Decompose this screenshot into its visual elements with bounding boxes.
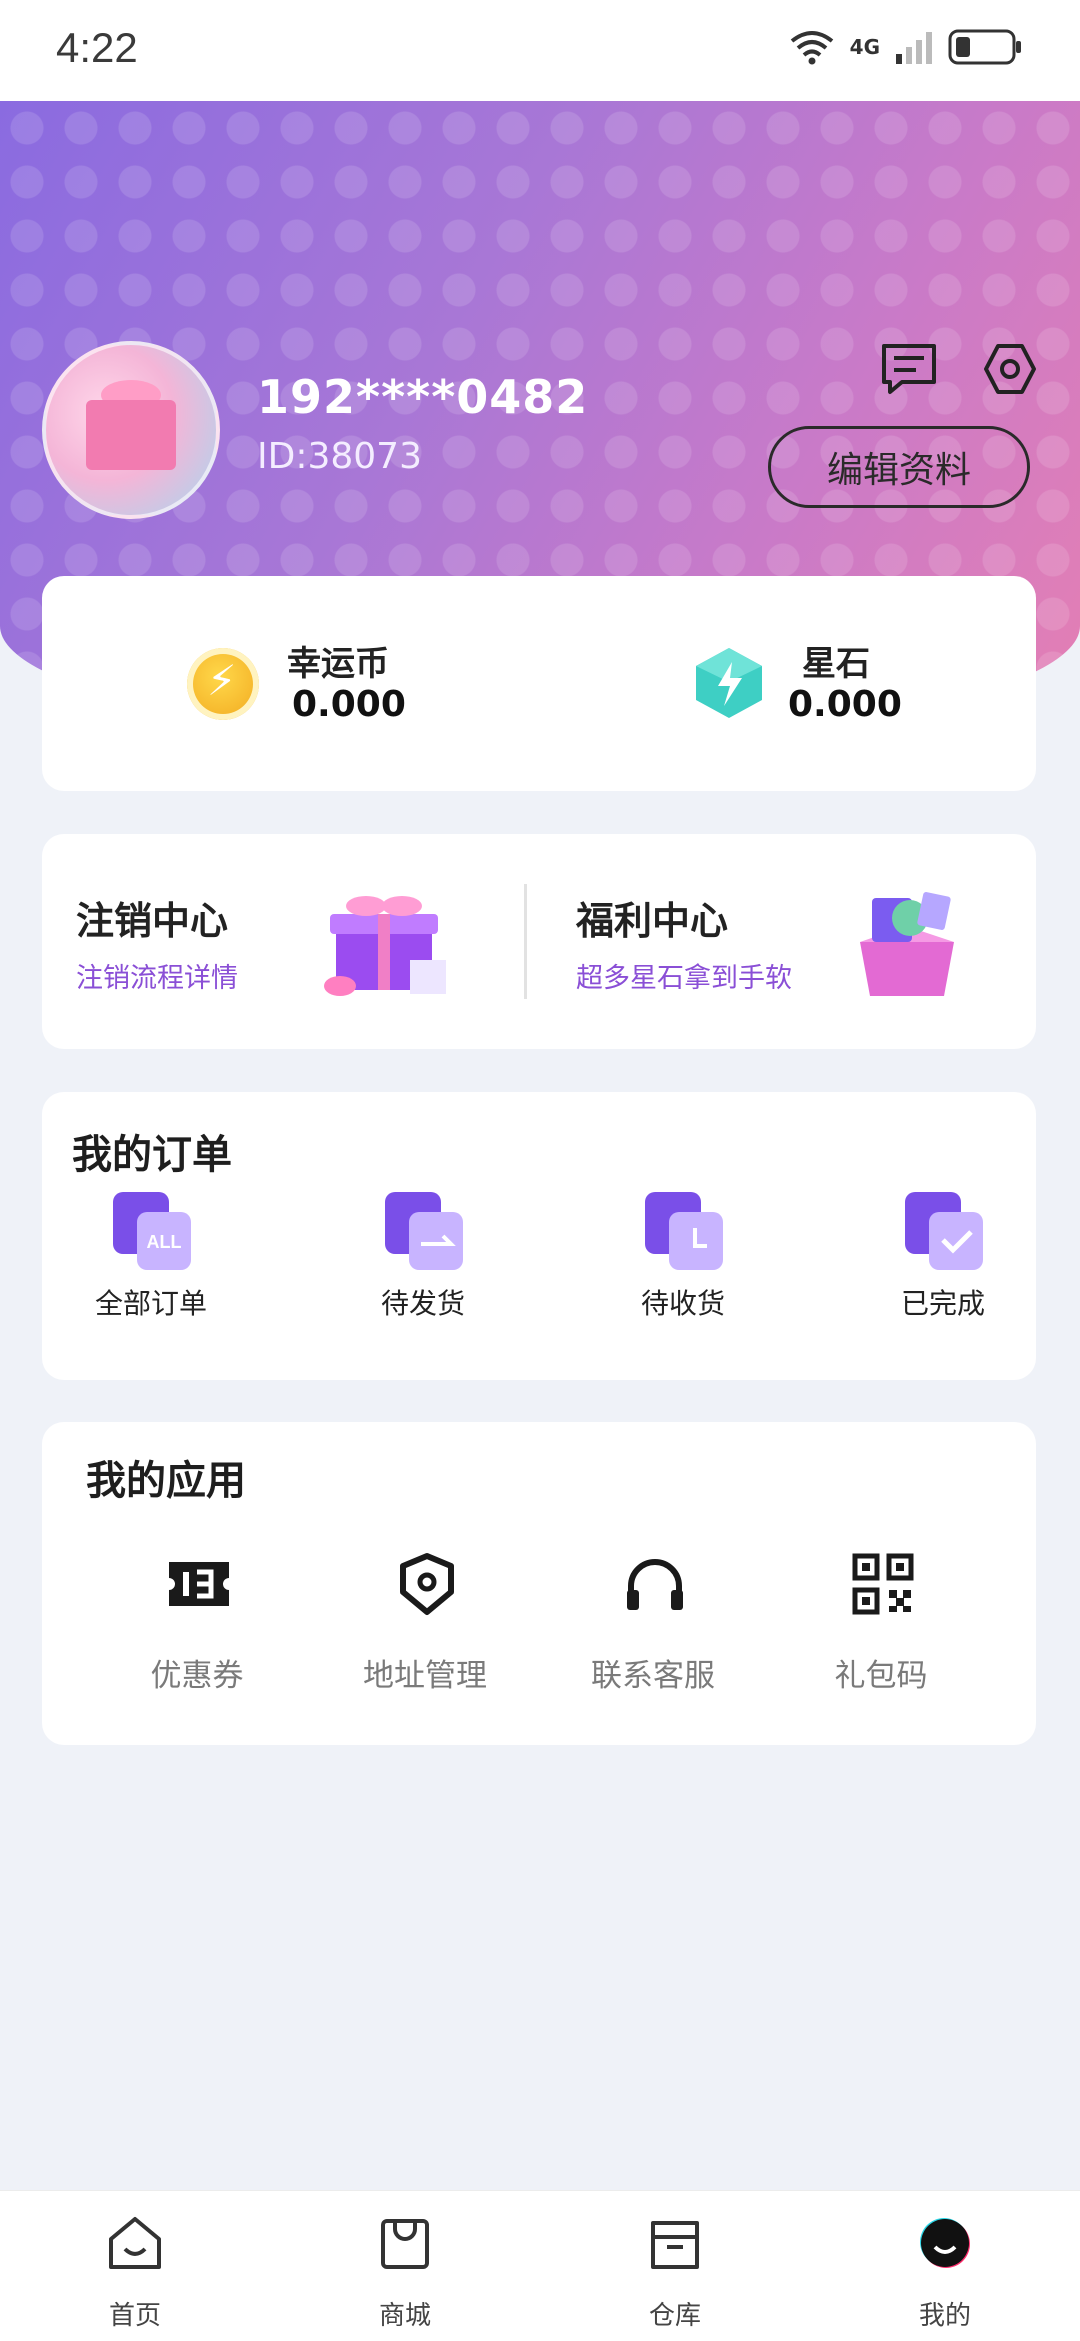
welfare-center-subtitle: 超多星石拿到手软 <box>576 963 792 994</box>
treasure-box-icon <box>860 892 954 996</box>
order-pending-receipt-label: 待收货 <box>640 1287 725 1320</box>
promo-divider <box>524 884 527 999</box>
order-completed-label: 已完成 <box>900 1287 985 1320</box>
profile-icon <box>920 2218 970 2268</box>
app-coupon[interactable]: 优惠券 <box>112 1552 282 1702</box>
app-customer-service-label: 联系客服 <box>591 1658 715 1694</box>
shopping-bag-icon <box>381 2219 429 2269</box>
app-customer-service[interactable]: 联系客服 <box>568 1552 738 1702</box>
cancel-center-subtitle: 注销流程详情 <box>76 963 238 994</box>
order-pending-shipment[interactable]: 待发货 <box>348 1192 498 1322</box>
order-all-label: 全部订单 <box>94 1287 207 1320</box>
tab-warehouse[interactable]: 仓库 <box>600 2215 750 2335</box>
network-label: 4G <box>849 35 880 59</box>
star-stone-label: 星石 <box>802 644 870 684</box>
tab-mall-label: 商城 <box>378 2301 431 2331</box>
settings-icon[interactable] <box>982 342 1038 396</box>
cancel-center-title: 注销中心 <box>76 899 229 943</box>
tab-mine-label: 我的 <box>918 2301 971 2331</box>
lucky-coin-value: 0.000 <box>292 684 406 725</box>
battery-icon <box>948 29 1021 65</box>
lucky-coin-icon: ⚡ <box>187 648 259 720</box>
qr-code-icon <box>852 1553 914 1615</box>
bottom-tab-bar: 首页 商城 仓库 我的 <box>0 2190 1080 2341</box>
status-time: 4:22 <box>56 24 138 71</box>
tab-mine[interactable]: 我的 <box>870 2215 1020 2335</box>
star-stone-value: 0.000 <box>788 684 902 725</box>
location-icon <box>400 1553 454 1615</box>
app-gift-code[interactable]: 礼包码 <box>796 1552 966 1702</box>
warehouse-icon <box>651 2221 699 2269</box>
welfare-center-entry[interactable]: 福利中心 超多星石拿到手软 <box>542 834 1036 1049</box>
user-id: ID:38073 <box>257 436 422 477</box>
pending-shipment-icon <box>385 1192 463 1270</box>
coupon-icon <box>169 1562 229 1606</box>
orders-card: 我的订单 ALL 全部订单 待发货 待收货 已完成 <box>42 1092 1036 1380</box>
app-gift-code-label: 礼包码 <box>834 1658 928 1694</box>
all-badge: ALL <box>147 1232 182 1252</box>
status-bar: 4:22 4G <box>0 0 1080 101</box>
signal-icon <box>896 32 932 64</box>
lucky-coin-label: 幸运币 <box>287 644 389 684</box>
app-address-label: 地址管理 <box>363 1658 487 1694</box>
promo-card: 注销中心 注销流程详情 福利中心 超多星石拿到手软 <box>42 834 1036 1049</box>
user-phone: 192****0482 <box>257 370 589 424</box>
gift-box-icon <box>324 896 446 996</box>
order-pending-receipt[interactable]: 待收货 <box>608 1192 758 1322</box>
apps-title: 我的应用 <box>86 1458 246 1504</box>
order-completed[interactable]: 已完成 <box>868 1192 1018 1322</box>
app-address[interactable]: 地址管理 <box>340 1552 510 1702</box>
home-icon <box>109 2217 161 2269</box>
apps-card: 我的应用 优惠券 地址管理 联系客服 礼包码 <box>42 1422 1036 1745</box>
status-icons: 4G <box>788 28 1024 66</box>
wallet-card: ⚡ 幸运币 0.000 星石 0.000 <box>42 576 1036 791</box>
star-stone-icon <box>696 648 762 718</box>
order-all[interactable]: ALL 全部订单 <box>76 1192 226 1322</box>
tab-home-label: 首页 <box>108 2301 161 2331</box>
tab-mall[interactable]: 商城 <box>330 2215 480 2335</box>
gift-box-image <box>86 400 176 470</box>
headset-icon <box>627 1559 683 1610</box>
tab-home[interactable]: 首页 <box>60 2215 210 2335</box>
wifi-icon <box>790 31 833 65</box>
pending-receipt-icon <box>645 1192 723 1270</box>
welfare-center-title: 福利中心 <box>576 899 729 943</box>
cancel-center-entry[interactable]: 注销中心 注销流程详情 <box>42 834 522 1049</box>
app-coupon-label: 优惠券 <box>150 1658 244 1694</box>
order-pending-shipment-label: 待发货 <box>380 1287 465 1320</box>
message-icon[interactable] <box>880 342 938 396</box>
completed-icon <box>905 1192 983 1270</box>
orders-title: 我的订单 <box>72 1132 232 1178</box>
avatar[interactable] <box>42 341 220 519</box>
tab-warehouse-label: 仓库 <box>648 2301 701 2331</box>
edit-profile-button[interactable]: 编辑资料 <box>768 426 1030 508</box>
all-orders-icon: ALL <box>113 1192 191 1270</box>
